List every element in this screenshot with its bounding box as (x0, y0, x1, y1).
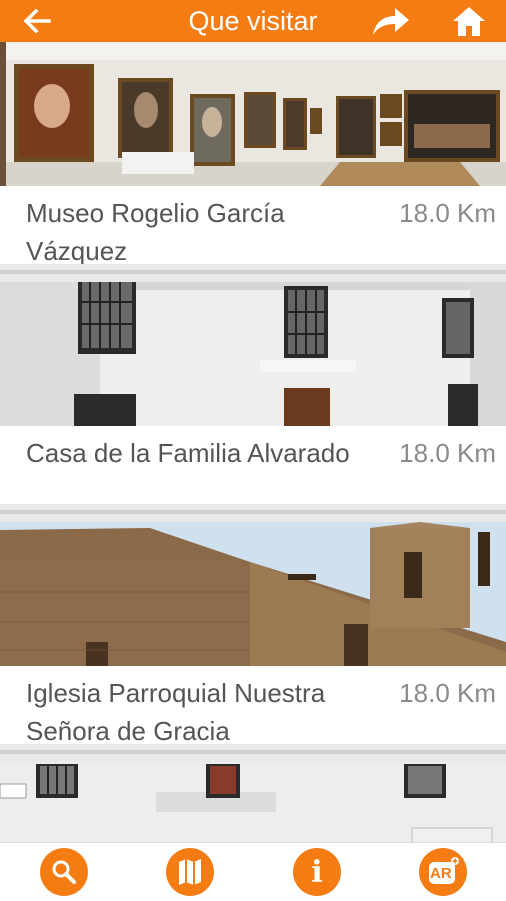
list-item[interactable]: Casa de la Familia Alvarado 18.0 Km (0, 282, 506, 504)
places-list[interactable]: Museo Rogelio García Vázquez 18.0 Km Cas… (0, 42, 506, 842)
home-icon (453, 7, 485, 36)
list-item-text: Museo Rogelio García Vázquez 18.0 Km (0, 186, 506, 266)
info-button[interactable]: i (293, 848, 341, 896)
stone-church-photo (0, 522, 506, 666)
ar-label: AR (430, 865, 452, 882)
top-app-bar: Que visitar (0, 0, 506, 42)
place-name: Casa de la Familia Alvarado (26, 438, 350, 468)
place-distance: 18.0 Km (399, 438, 496, 468)
white-house-facade-photo (0, 282, 506, 426)
white-building-photo (0, 762, 506, 842)
separator (0, 264, 506, 282)
place-distance: 18.0 Km (399, 678, 496, 708)
separator (0, 504, 506, 522)
bottom-nav: i AR (0, 842, 506, 901)
page-title: Que visitar (188, 6, 318, 36)
share-button[interactable] (366, 0, 416, 42)
list-item[interactable]: Iglesia Parroquial Nuestra Señora de Gra… (0, 522, 506, 746)
ar-button[interactable]: AR (419, 848, 467, 896)
map-icon (179, 859, 201, 885)
list-item-text: Casa de la Familia Alvarado 18.0 Km (0, 426, 506, 504)
map-button[interactable] (166, 848, 214, 896)
place-name: Iglesia Parroquial Nuestra Señora de Gra… (26, 678, 326, 746)
separator (0, 744, 506, 762)
arrow-left-icon (23, 8, 51, 34)
museum-gallery-photo (0, 42, 506, 186)
search-icon (52, 860, 76, 884)
info-icon: i (311, 854, 323, 890)
place-name: Museo Rogelio García Vázquez (26, 198, 285, 266)
list-item-text: Iglesia Parroquial Nuestra Señora de Gra… (0, 666, 506, 746)
search-button[interactable] (40, 848, 88, 896)
list-item[interactable] (0, 762, 506, 842)
home-button[interactable] (444, 0, 494, 42)
share-arrow-icon (373, 8, 409, 35)
back-button[interactable] (12, 0, 62, 42)
list-item[interactable]: Museo Rogelio García Vázquez 18.0 Km (0, 42, 506, 266)
place-distance: 18.0 Km (399, 198, 496, 228)
